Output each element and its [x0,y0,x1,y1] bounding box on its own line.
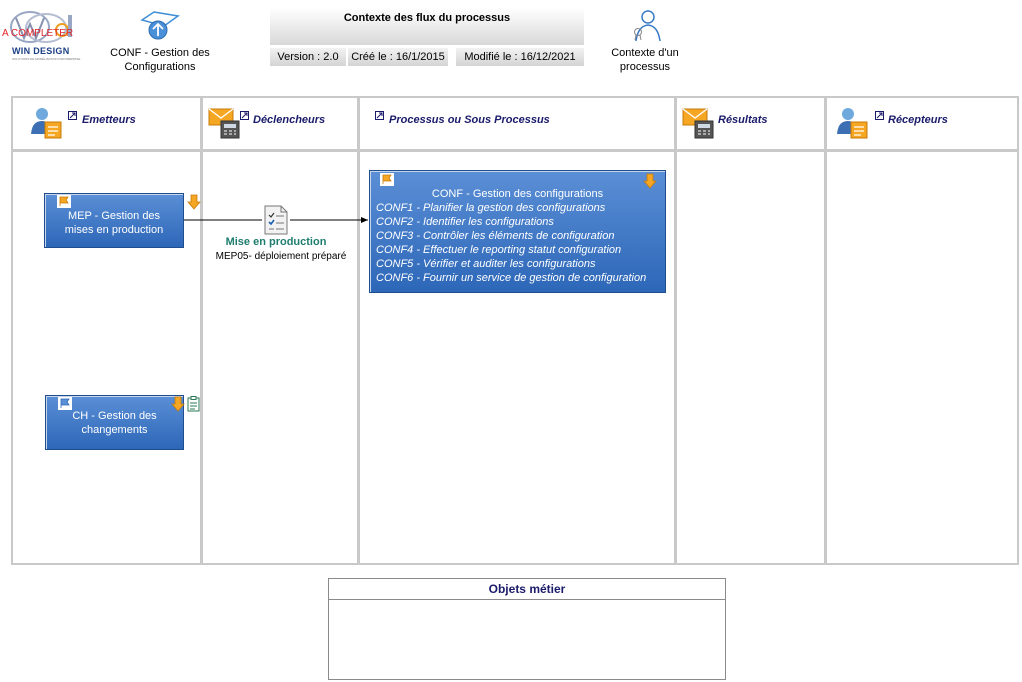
clipboard-icon[interactable] [187,396,200,412]
subprocess-list: CONF1 - Planifier la gestion des configu… [376,201,646,285]
ch-line1: CH - Gestion des [72,410,157,422]
trigger-title[interactable]: Mise en production [212,236,340,248]
subprocess-item[interactable]: CONF2 - Identifier les configurations [376,215,646,229]
business-objects-title: Objets métier [329,579,725,600]
business-objects-panel: Objets métier [328,578,726,680]
ch-line2: changements [81,424,148,436]
process-box-mep[interactable]: MEP - Gestion des mises en production [44,193,201,248]
trigger-subtitle: MEP05- déploiement préparé [215,251,347,262]
subprocess-item[interactable]: CONF6 - Fournir un service de gestion de… [376,271,646,285]
flag-icon [57,195,71,208]
subprocess-item[interactable]: CONF3 - Contrôler les éléments de config… [376,229,646,243]
subprocess-item[interactable]: CONF5 - Vérifier et auditer les configur… [376,257,646,271]
flag-icon [380,173,394,186]
process-box-mep-label: MEP - Gestion des mises en production [45,209,183,237]
subprocess-item[interactable]: CONF4 - Effectuer le reporting statut co… [376,243,646,257]
mep-line1: MEP - Gestion des [67,210,161,222]
process-box-ch[interactable]: CH - Gestion des changements [45,395,200,450]
mep-line2: mises en production [64,224,164,236]
process-box-conf[interactable]: CONF - Gestion des configurations CONF1 … [369,170,666,293]
drilldown-arrow-icon[interactable] [643,173,657,189]
process-box-ch-label: CH - Gestion des changements [46,409,183,437]
process-box-conf-title: CONF - Gestion des configurations [431,188,604,200]
subprocess-item[interactable]: CONF1 - Planifier la gestion des configu… [376,201,646,215]
checklist-document-icon[interactable] [262,205,290,235]
drilldown-arrow-icon[interactable] [187,194,201,210]
